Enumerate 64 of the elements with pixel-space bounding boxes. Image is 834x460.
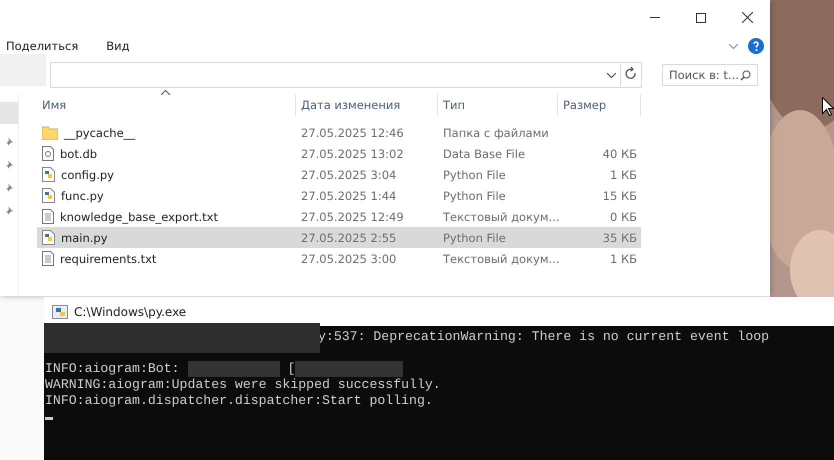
file-type: Текстовый докум...	[442, 252, 558, 266]
file-date: 27.05.2025 12:49	[300, 210, 405, 224]
file-date: 27.05.2025 3:04	[300, 168, 398, 182]
console-text: [	[288, 361, 296, 377]
file-name: knowledge_base_export.txt	[60, 210, 218, 224]
file-type: Python File	[442, 168, 507, 182]
file-size: 0 КБ	[608, 210, 638, 224]
file-row[interactable]: __pycache__ 27.05.2025 12:46 Папка с файлами	[37, 122, 641, 143]
ribbon-tab[interactable]: Поделиться	[6, 39, 78, 53]
minimize-icon	[650, 17, 660, 18]
help-icon[interactable]	[748, 38, 764, 54]
text-cursor	[45, 417, 53, 420]
file-row[interactable]: knowledge_base_export.txt 27.05.2025 12:49 Текстовый докум... 0 КБ	[37, 206, 641, 227]
file-name: requirements.txt	[60, 252, 156, 266]
file-name: bot.db	[60, 146, 98, 160]
file-type: Текстовый докум...	[442, 210, 558, 224]
text-file-icon	[42, 209, 54, 224]
file-name: __pycache__	[64, 126, 136, 140]
file-row[interactable]: func.py 27.05.2025 1:44 Python File 15 КБ	[37, 185, 641, 206]
column-header[interactable]: Дата изменения	[296, 94, 438, 116]
file-date: 27.05.2025 13:02	[300, 146, 405, 160]
file-row[interactable]: bot.db 27.05.2025 13:02 Data Base File 40 КБ	[37, 143, 641, 164]
file-type: Python File	[442, 230, 507, 244]
file-size: 40 КБ	[602, 146, 638, 160]
column-header[interactable]: Имя	[37, 94, 296, 116]
python-file-icon	[42, 188, 55, 203]
file-row[interactable]: requirements.txt 27.05.2025 3:00 Текстовый докум... 1 КБ	[37, 248, 641, 269]
console-line: INFO:aiogram:Bot:	[45, 361, 180, 377]
file-date: 27.05.2025 12:46	[300, 126, 405, 140]
console-line: WARNING:aiogram:Updates were skipped successfully.	[45, 377, 441, 393]
ribbon-tab[interactable]: Вид	[106, 39, 130, 53]
file-type: Папка с файлами	[442, 126, 550, 140]
python-file-icon	[42, 230, 55, 245]
maximize-icon	[696, 12, 706, 22]
file-name: func.py	[61, 188, 104, 202]
text-file-icon	[42, 251, 54, 266]
column-header[interactable]: Размер	[558, 94, 641, 116]
mouse-cursor-icon	[822, 97, 834, 116]
chevron-down-icon[interactable]	[607, 72, 616, 78]
sort-caret-icon	[161, 90, 170, 95]
file-date: 27.05.2025 1:44	[300, 188, 398, 202]
folder-icon	[42, 126, 58, 140]
file-row[interactable]: config.py 27.05.2025 3:04 Python File 1 КБ	[37, 164, 641, 185]
python-file-icon	[42, 167, 55, 182]
file-size: 1 КБ	[608, 168, 638, 182]
file-date: 27.05.2025 2:55	[300, 230, 398, 244]
file-date: 27.05.2025 3:00	[300, 252, 398, 266]
search-icon	[740, 70, 751, 80]
file-size: 35 КБ	[602, 230, 638, 244]
file-type: Data Base File	[442, 146, 526, 160]
file-name: main.py	[61, 230, 108, 244]
python-app-icon	[52, 304, 68, 318]
file-size: 1 КБ	[608, 252, 638, 266]
file-row[interactable]: main.py 27.05.2025 2:55 Python File 35 КБ	[37, 227, 641, 248]
column-header[interactable]: Тип	[438, 94, 558, 116]
close-icon	[742, 12, 752, 23]
file-name: config.py	[61, 168, 114, 182]
file-type: Python File	[442, 188, 507, 202]
console-title: C:\Windows\py.exe	[74, 304, 186, 318]
console-line: INFO:aiogram.dispatcher.dispatcher:Start polling.	[45, 393, 433, 409]
document-gear-icon	[42, 146, 54, 161]
search-field[interactable]: Поиск в: t...	[662, 64, 758, 86]
console-line: y:537: DeprecationWarning: There is no current event loop	[318, 329, 770, 345]
file-size: 15 КБ	[602, 188, 638, 202]
